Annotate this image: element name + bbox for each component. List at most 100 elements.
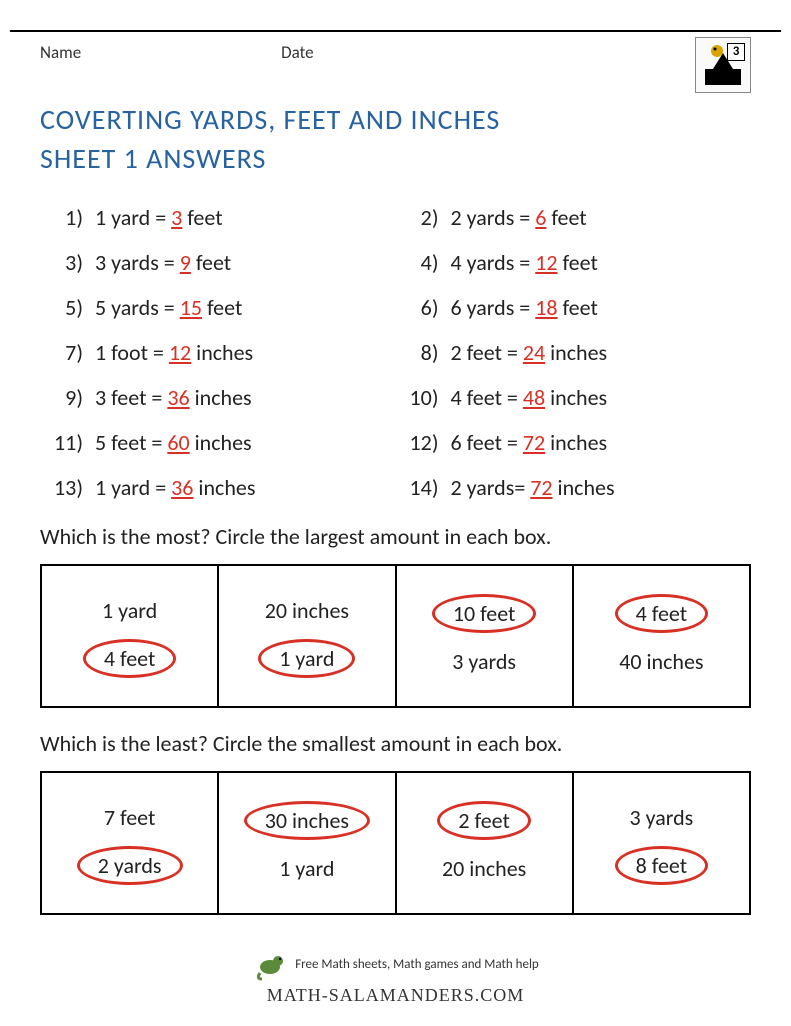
problem-equation: 6 feet = 72 inches xyxy=(451,429,752,456)
box-option: 40 inches xyxy=(605,645,717,678)
box-option: 20 inches xyxy=(251,594,363,627)
problem-number: 4) xyxy=(396,249,451,276)
problem-answer: 24 xyxy=(523,339,545,366)
problem-lhs: 5 yards = xyxy=(95,294,180,321)
problem-rhs: inches xyxy=(191,339,253,366)
problem-equation: 4 feet = 48 inches xyxy=(451,384,752,411)
problem-answer: 48 xyxy=(523,384,545,411)
problem-rhs: inches xyxy=(545,384,607,411)
most-question: Which is the most? Circle the largest am… xyxy=(40,523,751,550)
problem-answer: 36 xyxy=(167,384,189,411)
problem-answer: 6 xyxy=(535,204,546,231)
problem-equation: 3 feet = 36 inches xyxy=(95,384,396,411)
problem-answer: 3 xyxy=(171,204,182,231)
problem-row: 9)3 feet = 36 inches10)4 feet = 48 inche… xyxy=(40,384,751,411)
salamander-icon xyxy=(252,945,292,985)
name-label: Name xyxy=(40,42,81,63)
problem-number: 3) xyxy=(40,249,95,276)
circled-answer: 2 feet xyxy=(437,801,530,840)
box-option: 1 yard xyxy=(265,852,348,885)
problem-rhs: inches xyxy=(545,429,607,456)
problem-number: 5) xyxy=(40,294,95,321)
problem-row: 3)3 yards = 9 feet4)4 yards = 12 feet xyxy=(40,249,751,276)
box-option: 7 feet xyxy=(90,801,169,834)
comparison-box: 2 feet 20 inches xyxy=(397,773,574,913)
problem-rhs: inches xyxy=(553,474,615,501)
problem-equation: 1 foot = 12 inches xyxy=(95,339,396,366)
footer: Free Math sheets, Math games and Math he… xyxy=(40,945,751,1006)
problem-number: 7) xyxy=(40,339,95,366)
problem-rhs: feet xyxy=(182,204,222,231)
problem-rhs: inches xyxy=(545,339,607,366)
box-option: 3 yards xyxy=(615,801,707,834)
problem-equation: 6 yards = 18 feet xyxy=(451,294,752,321)
problem-row: 7)1 foot = 12 inches8)2 feet = 24 inches xyxy=(40,339,751,366)
footer-brand: MATH-SALAMANDERS.COM xyxy=(40,985,751,1006)
problem-rhs: feet xyxy=(558,294,598,321)
problem-lhs: 2 yards = xyxy=(451,204,536,231)
problem-answer: 72 xyxy=(530,474,552,501)
problem-equation: 1 yard = 3 feet xyxy=(95,204,396,231)
problem-equation: 3 yards = 9 feet xyxy=(95,249,396,276)
problem-lhs: 4 yards = xyxy=(451,249,536,276)
problem-answer: 12 xyxy=(169,339,191,366)
problem-row: 1)1 yard = 3 feet2)2 yards = 6 feet xyxy=(40,204,751,231)
problem-lhs: 4 feet = xyxy=(451,384,523,411)
footer-tagline: Free Math sheets, Math games and Math he… xyxy=(295,957,539,972)
problem-lhs: 2 feet = xyxy=(451,339,523,366)
comparison-box: 20 inches 1 yard xyxy=(219,566,396,706)
date-label: Date xyxy=(281,42,313,63)
worksheet-page: Name Date 3 COVERTING YARDS, FEET AND IN… xyxy=(0,0,791,1026)
comparison-box: 30 inches 1 yard xyxy=(219,773,396,913)
problem-equation: 4 yards = 12 feet xyxy=(451,249,752,276)
problem-rhs: feet xyxy=(202,294,242,321)
problem-rhs: feet xyxy=(191,249,231,276)
top-border xyxy=(10,30,781,32)
problem-lhs: 5 feet = xyxy=(95,429,167,456)
problem-rhs: feet xyxy=(558,249,598,276)
problem-number: 9) xyxy=(40,384,95,411)
grade-badge: 3 xyxy=(695,37,751,93)
comparison-box: 1 yard 4 feet xyxy=(42,566,219,706)
problem-lhs: 3 yards = xyxy=(95,249,180,276)
circled-answer: 4 feet xyxy=(83,639,176,678)
problem-number: 1) xyxy=(40,204,95,231)
problem-row: 5)5 yards = 15 feet 6)6 yards = 18 feet xyxy=(40,294,751,321)
box-option: 3 yards xyxy=(438,645,530,678)
problem-answer: 72 xyxy=(523,429,545,456)
circled-answer: 30 inches xyxy=(244,801,370,840)
title-line-2: SHEET 1 ANSWERS xyxy=(40,141,751,176)
problem-answer: 12 xyxy=(535,249,557,276)
problem-lhs: 2 yards= xyxy=(451,474,531,501)
problem-number: 13) xyxy=(40,474,95,501)
problem-number: 14) xyxy=(396,474,451,501)
problem-answer: 18 xyxy=(535,294,557,321)
circled-answer: 2 yards xyxy=(77,846,183,885)
problem-number: 11) xyxy=(40,429,95,456)
problem-rhs: feet xyxy=(546,204,586,231)
circled-answer: 10 feet xyxy=(432,594,537,633)
problem-lhs: 6 feet = xyxy=(451,429,523,456)
problem-rhs: inches xyxy=(190,384,252,411)
most-box-row: 1 yard 4 feet 20 inches 1 yard 10 feet 3 yard… xyxy=(40,564,751,708)
comparison-box: 3 yards8 feet xyxy=(574,773,749,913)
problem-row: 11)5 feet = 60 inches 12)6 feet = 72 inch… xyxy=(40,429,751,456)
least-box-row: 7 feet 2 yards 30 inches 1 yard 2 feet 20 inc… xyxy=(40,771,751,915)
grade-number: 3 xyxy=(727,43,745,61)
comparison-box: 7 feet 2 yards xyxy=(42,773,219,913)
circled-answer: 4 feet xyxy=(615,594,708,633)
box-option: 20 inches xyxy=(428,852,540,885)
problem-rhs: inches xyxy=(190,429,252,456)
problem-equation: 2 yards = 6 feet xyxy=(451,204,752,231)
problem-number: 12) xyxy=(396,429,451,456)
problem-lhs: 3 feet = xyxy=(95,384,167,411)
problem-equation: 2 yards= 72 inches xyxy=(451,474,752,501)
problem-lhs: 1 foot = xyxy=(95,339,169,366)
problem-equation: 2 feet = 24 inches xyxy=(451,339,752,366)
problem-answer: 60 xyxy=(167,429,189,456)
problem-answer: 15 xyxy=(180,294,202,321)
box-option: 1 yard xyxy=(88,594,171,627)
circled-answer: 1 yard xyxy=(258,639,355,678)
problem-equation: 1 yard = 36 inches xyxy=(95,474,396,501)
problem-number: 6) xyxy=(396,294,451,321)
